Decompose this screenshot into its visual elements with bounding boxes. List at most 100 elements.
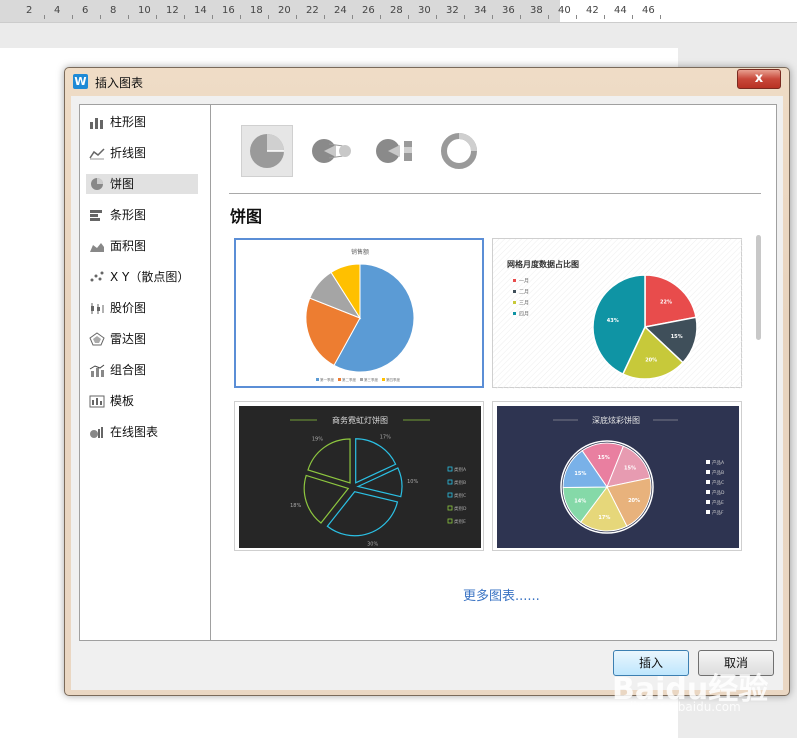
ruler-tick [604, 15, 605, 19]
chart-card-dark-colorful[interactable]: 深底炫彩饼图 15% 15% 20% 17% 14% 15% 产品A 产品B 产品C 产品D 产品E 产… [492, 401, 742, 551]
ruler-number: 8 [110, 5, 117, 16]
legend-swatch [513, 301, 516, 304]
sidebar-item[interactable]: 饼图 [86, 174, 198, 194]
sidebar-item[interactable]: 模板 [86, 391, 198, 411]
legend-swatch [382, 378, 385, 381]
legend-swatch [706, 480, 710, 484]
legend-label: 第四季度 [386, 377, 400, 382]
legend-swatch [706, 510, 710, 514]
data-label: 20% [645, 357, 657, 363]
doughnut-icon [441, 133, 477, 169]
legend-swatch [706, 470, 710, 474]
data-label: 15% [598, 455, 610, 461]
ruler-number: 2 [26, 5, 33, 16]
data-label: 17% [380, 434, 391, 440]
ruler-tick [464, 15, 465, 19]
chart-card-neon[interactable]: 商务霓虹灯饼图 17% 10% 30% 18% 19% 类别A 类别B 类别C 类别D 类别E [234, 401, 484, 551]
pie-subtype-thumbnail[interactable] [241, 125, 293, 177]
chart-type-sidebar: 柱形图折线图饼图条形图面积图 X Y（散点图） 股价图雷达图组合图模板在线图表 [80, 105, 211, 640]
neon-pie-chart: 商务霓虹灯饼图 17% 10% 30% 18% 19% 类别A 类别B 类别C 类别D 类别E [239, 406, 481, 548]
legend-swatch [513, 312, 516, 315]
legend-label: 类别B [454, 479, 466, 486]
ruler-number: 30 [418, 5, 431, 16]
ruler-tick [72, 15, 73, 19]
sidebar-item-label: 股价图 [110, 301, 147, 315]
ruler-number: 10 [138, 5, 151, 16]
legend-label: 产品F [712, 509, 724, 516]
ruler-tick [296, 15, 297, 19]
legend-label: 产品E [712, 499, 724, 506]
data-label: 18% [290, 503, 301, 509]
ruler-number: 12 [166, 5, 179, 16]
chart-picker-frame: 柱形图 折线图 饼图 条形图 面积图 X Y（散点图） 股价图 雷达图 组合图 模板 在线图表 [79, 104, 777, 641]
ruler: 2 4 6 8 10 12 14 16 18 20 22 24 26 28 30 32 34 36 38 40 42 44… [0, 0, 797, 23]
combo-chart-icon [89, 364, 105, 377]
ruler-number: 6 [82, 5, 89, 16]
sidebar-item[interactable]: X Y（散点图） [86, 267, 198, 287]
sidebar-item-label: X Y（散点图） [110, 270, 190, 284]
sidebar-item[interactable]: 雷达图 [86, 329, 198, 349]
insert-chart-dialog: W 插入图表 x 柱形图 折线图 饼图 条形图 面积图 X Y（散点图） 股价图 雷达图 组合图… [64, 67, 790, 696]
ruler-tick [520, 15, 521, 19]
sidebar-item[interactable]: 组合图 [86, 360, 198, 380]
legend-label: 一月 [519, 279, 529, 285]
legend-label: 第一季度 [320, 377, 334, 382]
chart-title: 深底炫彩饼图 [592, 415, 640, 425]
ruler-tick [380, 15, 381, 19]
ruler-tick [492, 15, 493, 19]
legend-label: 产品D [712, 489, 725, 496]
doughnut-subtype-thumbnail[interactable] [433, 125, 485, 177]
legend-label: 类别A [454, 466, 467, 473]
sidebar-item[interactable]: 柱形图 [86, 112, 198, 132]
ruler-number: 26 [362, 5, 375, 16]
legend-swatch [316, 378, 319, 381]
ruler-number: 32 [446, 5, 459, 16]
dialog-titlebar[interactable]: W 插入图表 x [65, 68, 789, 94]
legend-swatch [706, 490, 710, 494]
data-label: 43% [607, 318, 619, 324]
online-chart-icon [90, 427, 103, 438]
grid-monthly-pie-chart: 网格月度数据占比图一月二月三月四月 22% 15% 20% 43% [493, 239, 743, 389]
legend-label: 类别C [454, 492, 466, 499]
chart-gallery: 饼图 销售额 第一季度 第二季度 第三季度 第四季度 网格月度数据占比图 一月 二月 三月 四月… [211, 105, 775, 640]
ruler-tick [100, 15, 101, 19]
sidebar-item-label: 条形图 [110, 208, 147, 222]
ruler-tick [632, 15, 633, 19]
sidebar-item-label: 面积图 [110, 239, 147, 253]
sidebar-item[interactable]: 条形图 [86, 205, 198, 225]
bar-of-pie-icon [376, 139, 412, 163]
ruler-tick [240, 15, 241, 19]
data-label: 14% [574, 499, 586, 505]
ruler-number: 22 [306, 5, 319, 16]
ruler-tick [268, 15, 269, 19]
section-separator [229, 193, 761, 194]
data-label: 10% [407, 479, 418, 485]
legend-label: 产品C [712, 479, 724, 486]
more-charts-link[interactable]: 更多图表...... [463, 585, 540, 604]
data-label: 19% [312, 437, 323, 443]
ruler-tick [184, 15, 185, 19]
chart-card-grid-monthly[interactable]: 网格月度数据占比图 一月 二月 三月 四月 22% 15% 20% 43% [492, 238, 743, 389]
ruler-number: 34 [474, 5, 487, 16]
sidebar-item[interactable]: 在线图表 [86, 422, 198, 442]
sidebar-item-label: 饼图 [110, 177, 135, 191]
bar-of-pie-subtype-thumbnail[interactable] [369, 125, 421, 177]
pie-of-pie-subtype-thumbnail[interactable] [307, 125, 359, 177]
legend-label: 四月 [519, 312, 529, 318]
stock-chart-icon [91, 303, 104, 314]
sidebar-item[interactable]: 面积图 [86, 236, 198, 256]
chart-card-sales[interactable]: 销售额 第一季度 第二季度 第三季度 第四季度 [234, 238, 484, 388]
gallery-scrollbar[interactable] [756, 235, 761, 340]
sidebar-item[interactable]: 折线图 [86, 143, 198, 163]
dark-colorful-pie-chart: 深底炫彩饼图 15% 15% 20% 17% 14% 15% 产品A 产品B 产品C 产品D 产品E 产… [497, 406, 739, 548]
pie-icon [250, 134, 284, 168]
ruler-number: 42 [586, 5, 599, 16]
ruler-tick [576, 15, 577, 19]
ruler-tick [324, 15, 325, 19]
ruler-tick [44, 15, 45, 19]
sidebar-item[interactable]: 股价图 [86, 298, 198, 318]
ruler-number: 36 [502, 5, 515, 16]
section-title: 饼图 [230, 207, 263, 226]
legend-swatch [338, 378, 341, 381]
close-button[interactable]: x [737, 69, 781, 89]
